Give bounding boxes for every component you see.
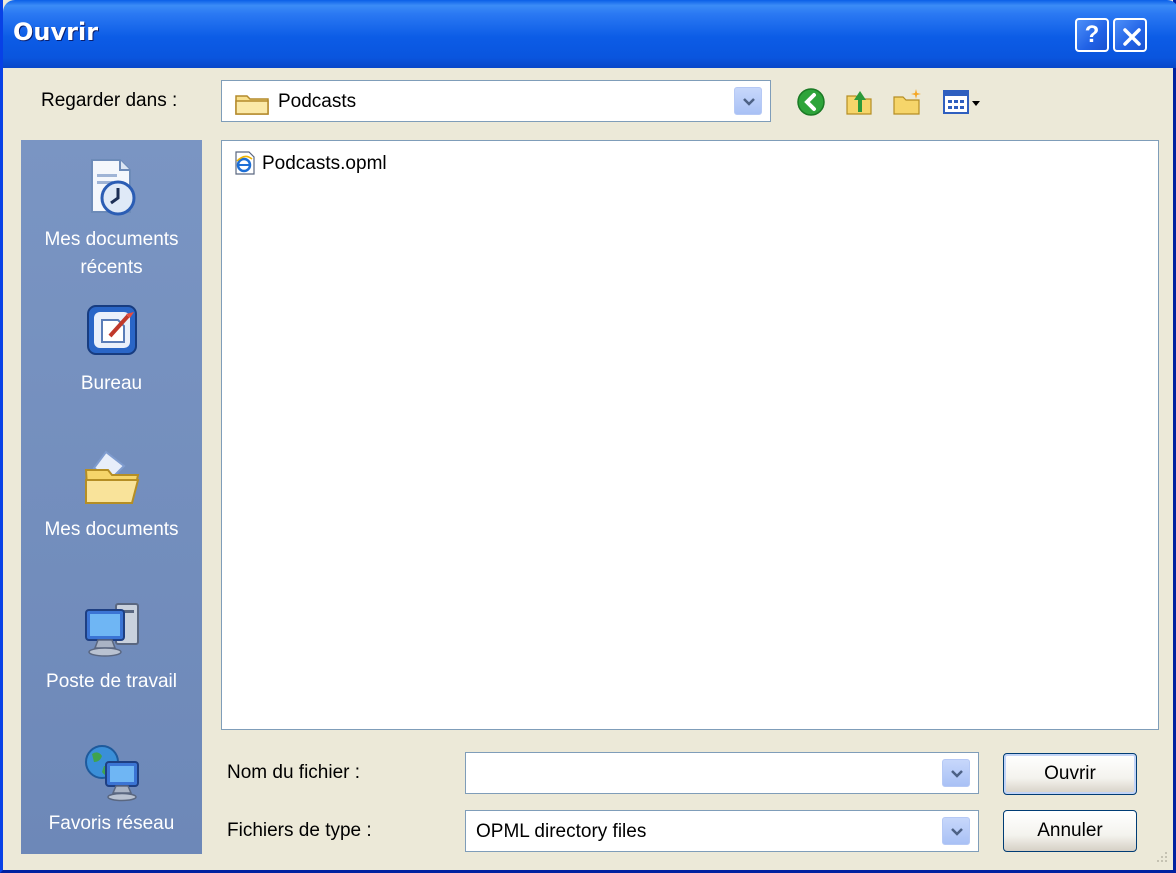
- filetype-value: OPML directory files: [476, 821, 647, 842]
- recent-documents-icon: [90, 159, 135, 216]
- new-folder-icon[interactable]: [891, 86, 923, 118]
- place-label-recent: Mes documents récents: [21, 226, 202, 282]
- places-bar: Mes documents récents Bureau Mes documen…: [21, 140, 202, 854]
- chevron-down-icon: [743, 98, 755, 106]
- filetype-label: Fichiers de type :: [227, 820, 372, 841]
- place-label-line: Mes documents: [44, 229, 179, 250]
- open-dialog: Ouvrir ? Regarder dans : Podcasts Mes do…: [0, 0, 1176, 873]
- place-desktop[interactable]: Bureau: [21, 300, 202, 398]
- views-menu-button[interactable]: [941, 86, 989, 118]
- folder-icon: [235, 95, 269, 115]
- filename-label: Nom du fichier :: [227, 762, 361, 783]
- place-label-my-documents: Mes documents: [44, 519, 179, 540]
- desktop-icon: [86, 305, 137, 355]
- title-bar[interactable]: Ouvrir ?: [3, 0, 1176, 68]
- my-computer-icon: [84, 603, 139, 657]
- file-name: Podcasts.opml: [262, 153, 387, 174]
- filename-combo[interactable]: [465, 752, 979, 794]
- lookin-dropdown[interactable]: Podcasts: [221, 80, 771, 122]
- filename-dropdown-arrow[interactable]: [942, 759, 970, 787]
- lookin-value: Podcasts: [278, 91, 357, 112]
- views-menu-icon: [943, 90, 980, 114]
- place-network[interactable]: Favoris réseau: [21, 740, 202, 838]
- network-places-icon: [84, 745, 139, 802]
- cancel-button[interactable]: Annuler: [1003, 810, 1137, 852]
- help-button[interactable]: ?: [1075, 18, 1109, 52]
- chevron-down-icon: [951, 770, 963, 778]
- place-my-computer[interactable]: Poste de travail: [21, 598, 202, 696]
- my-documents-icon: [84, 450, 139, 504]
- resize-grip-icon[interactable]: [1151, 848, 1169, 866]
- back-arrow-icon[interactable]: [795, 86, 827, 118]
- place-recent-documents[interactable]: Mes documents récents: [21, 156, 202, 282]
- chevron-down-icon: [951, 828, 963, 836]
- filetype-dropdown-arrow[interactable]: [942, 817, 970, 845]
- close-button[interactable]: [1113, 18, 1147, 52]
- place-label-network: Favoris réseau: [48, 813, 175, 834]
- up-folder-icon[interactable]: [843, 86, 875, 118]
- open-button[interactable]: Ouvrir: [1003, 753, 1137, 795]
- lookin-label: Regarder dans :: [41, 90, 178, 111]
- window-title: Ouvrir: [13, 18, 99, 46]
- place-label-line: récents: [80, 257, 143, 278]
- file-list[interactable]: Podcasts.opml: [221, 140, 1159, 730]
- place-label-desktop: Bureau: [80, 373, 143, 394]
- close-icon: [1123, 28, 1141, 46]
- place-my-documents[interactable]: Mes documents: [21, 446, 202, 544]
- place-label-my-computer: Poste de travail: [46, 671, 177, 692]
- ie-document-icon: [235, 151, 255, 175]
- lookin-dropdown-arrow[interactable]: [734, 87, 762, 115]
- filetype-combo[interactable]: OPML directory files: [465, 810, 979, 852]
